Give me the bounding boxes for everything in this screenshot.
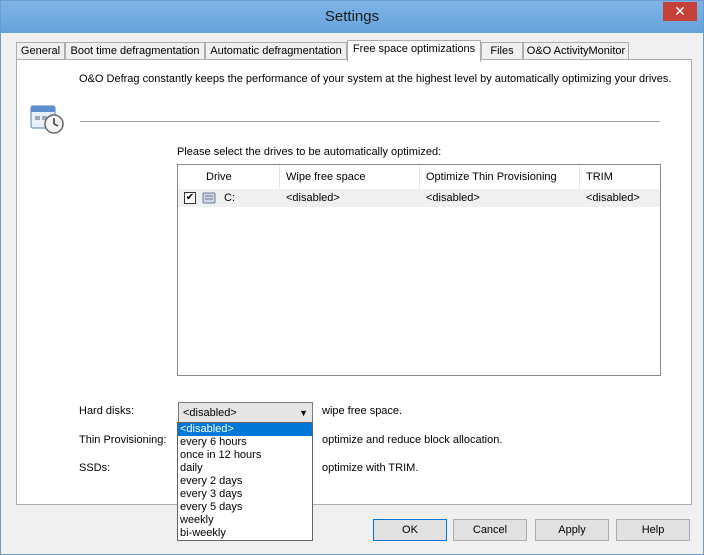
hard-disks-label: Hard disks: [79,405,135,417]
apply-button[interactable]: Apply [535,519,609,541]
help-button[interactable]: Help [616,519,690,541]
close-button[interactable]: ✕ [663,2,697,21]
wipe-cell: <disabled> [286,192,340,204]
dropdown-option[interactable]: weekly [178,514,312,527]
chevron-down-icon: ▼ [299,408,308,418]
dropdown-option[interactable]: <disabled> [178,423,312,436]
drives-listview[interactable]: Drive Wipe free space Optimize Thin Prov… [177,164,661,376]
ssds-label: SSDs: [79,462,111,474]
thin-provisioning-label: Thin Provisioning: [79,434,167,446]
separator [80,121,660,122]
window-title: Settings [324,8,380,25]
schedule-dropdown-list[interactable]: <disabled> every 6 hours once in 12 hour… [177,422,313,541]
calendar-clock-icon [30,105,64,134]
select-drives-label: Please select the drives to be automatic… [177,146,442,158]
listview-header: Drive Wipe free space Optimize Thin Prov… [178,165,660,189]
drive-checkbox[interactable]: ✔ [184,192,196,204]
dropdown-option[interactable]: every 3 days [178,488,312,501]
dropdown-option[interactable]: daily [178,462,312,475]
free-space-panel: O&O Defrag constantly keeps the performa… [16,59,692,505]
dropdown-option[interactable]: every 6 hours [178,436,312,449]
table-row[interactable]: ✔ C: <disabled> <disabled> <disabled> [178,189,660,207]
drive-cell: C: [224,192,235,204]
ssds-suffix: optimize with TRIM. [322,462,419,474]
hard-drive-icon [202,192,216,204]
cancel-button[interactable]: Cancel [453,519,527,541]
column-wipe-free-space[interactable]: Wipe free space [280,165,420,189]
thin-provisioning-suffix: optimize and reduce block allocation. [322,434,503,446]
column-optimize-thin-provisioning[interactable]: Optimize Thin Provisioning [420,165,580,189]
intro-text: O&O Defrag constantly keeps the performa… [79,73,672,85]
hard-disks-combobox-value: <disabled> [183,407,237,419]
settings-window: Settings ✕ General Boot time defragmenta… [0,0,704,555]
ok-button[interactable]: OK [373,519,447,541]
dropdown-option[interactable]: every 2 days [178,475,312,488]
hard-disks-suffix: wipe free space. [322,405,403,417]
dropdown-option[interactable]: once in 12 hours [178,449,312,462]
tab-free-space-optimizations[interactable]: Free space optimizations [347,40,481,62]
dropdown-option[interactable]: every 5 days [178,501,312,514]
dropdown-option[interactable]: bi-weekly [178,527,312,540]
title-bar[interactable]: Settings ✕ [1,1,703,33]
close-icon: ✕ [674,3,686,19]
column-trim[interactable]: TRIM [580,165,660,189]
hard-disks-combobox[interactable]: <disabled> ▼ [178,402,313,424]
thin-cell: <disabled> [426,192,480,204]
trim-cell: <disabled> [586,192,640,204]
column-drive[interactable]: Drive [200,165,280,189]
